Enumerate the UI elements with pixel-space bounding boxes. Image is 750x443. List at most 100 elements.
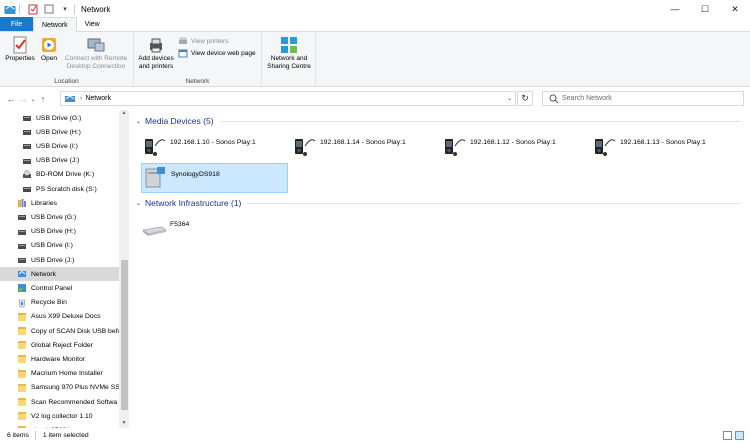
folder-icon — [17, 312, 27, 322]
nav-item-label: Samsung 970 Plus NVMe SSI — [31, 384, 119, 392]
nav-item[interactable]: Recycle Bin — [0, 296, 119, 310]
recent-locations-button[interactable]: ⌄ — [29, 92, 37, 106]
library-icon — [17, 198, 27, 208]
nav-item[interactable]: Libraries — [0, 196, 119, 210]
nav-item-label: Recycle Bin — [31, 299, 67, 307]
nav-item[interactable]: USB Drive (G:) — [0, 210, 119, 224]
titlebar-separator-2 — [74, 4, 75, 14]
media-player-icon — [591, 135, 617, 159]
nav-item[interactable]: Copy of SCAN Disk USB befc — [0, 324, 119, 338]
nav-item[interactable]: USB Drive (G:) — [0, 111, 119, 125]
up-button[interactable]: ↑ — [37, 92, 49, 106]
remote-desktop-icon — [87, 38, 105, 52]
tab-file[interactable]: File — [0, 17, 33, 31]
tab-view[interactable]: View — [77, 17, 108, 31]
nav-item[interactable]: USB Drive (J:) — [0, 253, 119, 267]
drive-icon — [22, 156, 32, 166]
network-sharing-centre-button[interactable]: Network and Sharing Centre — [265, 36, 313, 70]
device-tile[interactable]: F5364 — [141, 214, 288, 244]
minimize-button[interactable]: — — [660, 0, 690, 18]
nav-item[interactable]: USB Drive (H:) — [0, 225, 119, 239]
nav-item[interactable]: USB Drive (J:) — [0, 154, 119, 168]
tab-network[interactable]: Network — [33, 17, 77, 32]
collapse-chevron-icon[interactable]: ⌄ — [136, 200, 141, 207]
back-button[interactable]: ← — [5, 92, 17, 106]
group-divider — [247, 202, 741, 204]
customize-quick-access-icon[interactable]: ▾ — [59, 3, 71, 15]
remote-desktop-label-1: Connect with Remote — [64, 55, 128, 62]
properties-icon — [13, 36, 27, 54]
printer-icon — [179, 37, 187, 44]
maximize-button[interactable]: ☐ — [690, 0, 720, 18]
device-tile[interactable]: SynologyDS918 — [141, 163, 288, 193]
large-icons-view-icon[interactable] — [735, 431, 744, 440]
close-button[interactable]: ✕ — [720, 0, 750, 18]
breadcrumb-network[interactable]: Network — [85, 95, 111, 102]
nas-icon — [142, 166, 168, 190]
nav-item-label: USB Drive (H:) — [31, 228, 76, 236]
nav-item-label: Copy of SCAN Disk USB befc — [31, 327, 119, 335]
chevron-down-icon: ⌄ — [30, 96, 36, 103]
refresh-button[interactable]: ↻ — [517, 91, 533, 106]
device-tile[interactable]: 192.168.1.14 - Sonos Play:1 — [291, 132, 438, 162]
address-bar[interactable]: › Network ⌄ — [60, 91, 516, 106]
add-devices-label-2: and printers — [138, 62, 174, 70]
network-icon — [17, 269, 27, 279]
open-button[interactable]: Open — [38, 36, 60, 63]
nav-item[interactable]: Macrium Home Installer — [0, 367, 119, 381]
nav-item[interactable]: BD-ROM Drive (K:) — [0, 168, 119, 182]
add-devices-button[interactable]: Add devices and printers — [137, 36, 175, 70]
nav-item-label: Asus X99 Deluxe Docs — [31, 313, 101, 321]
nav-item-label: PS Scratch disk (S:) — [36, 185, 97, 193]
media-devices-group-header[interactable]: ⌄ Media Devices (5) — [136, 116, 741, 126]
collapse-chevron-icon[interactable]: ⌄ — [136, 118, 141, 125]
navigation-scrollbar-thumb[interactable] — [121, 260, 128, 410]
device-tile[interactable]: 192.168.1.13 - Sonos Play:1 — [591, 132, 738, 162]
group-divider — [219, 120, 741, 122]
scroll-up-icon[interactable]: ▲ — [119, 110, 129, 118]
view-printers-button[interactable]: View printers — [178, 37, 228, 46]
network-infrastructure-group-header[interactable]: ⌄ Network Infrastructure (1) — [136, 198, 741, 208]
nav-item[interactable]: USB Drive (I:) — [0, 139, 119, 153]
nav-item-label: USB Drive (G:) — [36, 114, 82, 122]
new-folder-quick-access-icon[interactable] — [43, 3, 55, 15]
ribbon-group-location: Properties Open Connect with Remote Desk… — [0, 32, 134, 87]
drive-icon — [17, 227, 27, 237]
search-input[interactable]: Search Network — [562, 95, 612, 102]
nav-item-label: BD-ROM Drive (K:) — [36, 171, 95, 179]
nav-item[interactable]: V2 log collector 1.10 — [0, 409, 119, 423]
nav-item[interactable]: Scan Recommended Softwa — [0, 395, 119, 409]
device-tile-label: 192.168.1.12 - Sonos Play:1 — [470, 139, 556, 146]
scroll-down-icon[interactable]: ▼ — [119, 420, 129, 428]
nav-item[interactable]: Hardware Monitor — [0, 352, 119, 366]
nav-item[interactable]: USB Drive (I:) — [0, 239, 119, 253]
search-icon — [549, 94, 559, 103]
device-web-page-icon — [178, 49, 188, 58]
nav-item[interactable]: Network — [0, 267, 119, 282]
nav-item[interactable]: Samsung 970 Plus NVMe SSI — [0, 381, 119, 395]
nav-item-label: USB Drive (H:) — [36, 128, 81, 136]
content-pane: ⌄ Media Devices (5) 192.168.1.10 - Sonos… — [131, 110, 750, 428]
view-device-web-page-button[interactable]: View device web page — [178, 49, 256, 58]
nav-item[interactable]: PS Scratch disk (S:) — [0, 182, 119, 196]
nav-item[interactable]: Control Panel — [0, 281, 119, 295]
nav-item[interactable]: Global Reject Folder — [0, 338, 119, 352]
device-tile[interactable]: 192.168.1.12 - Sonos Play:1 — [441, 132, 588, 162]
details-view-icon[interactable] — [723, 431, 732, 440]
forward-button[interactable]: → — [17, 92, 29, 106]
address-dropdown-icon[interactable]: ⌄ — [507, 95, 512, 102]
drive-icon — [17, 241, 27, 251]
nav-item[interactable]: Asus X99 Deluxe Docs — [0, 310, 119, 324]
nav-item[interactable]: USB Drive (H:) — [0, 125, 119, 139]
search-box[interactable]: Search Network — [542, 91, 744, 106]
remote-desktop-button[interactable]: Connect with Remote Desktop Connection — [62, 36, 130, 70]
ribbon-group-network: Add devices and printers View printers V… — [134, 32, 262, 87]
drive-icon — [17, 255, 27, 265]
properties-quick-access-icon[interactable] — [27, 3, 39, 15]
properties-label: Properties — [5, 55, 35, 62]
drive-icon — [22, 184, 32, 194]
nav-item-label: USB Drive (J:) — [36, 157, 80, 165]
properties-button[interactable]: Properties — [4, 36, 36, 63]
media-devices-group-title: Media Devices (5) — [145, 116, 214, 126]
device-tile[interactable]: 192.168.1.10 - Sonos Play:1 — [141, 132, 288, 162]
